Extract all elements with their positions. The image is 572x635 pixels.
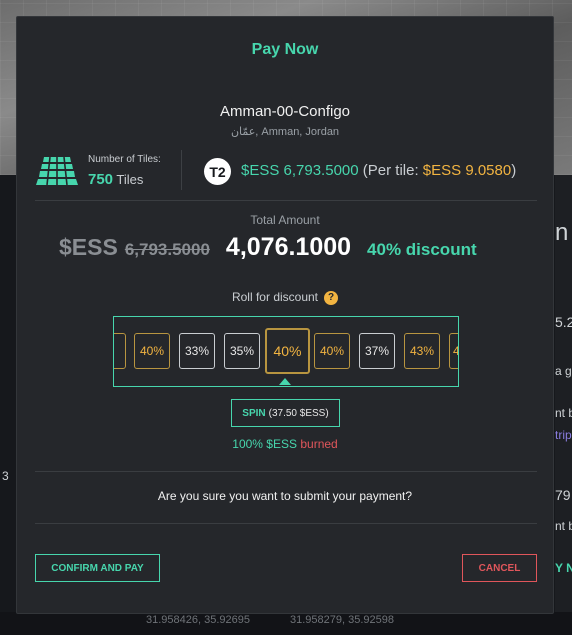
confirm-question: Are you sure you want to submit your pay… — [157, 489, 413, 503]
bg-fragment: Y N — [555, 561, 572, 575]
bg-fragment: 5.2 — [555, 314, 572, 330]
total-amount-label: Total Amount — [250, 213, 320, 227]
bg-fragment: n — [555, 219, 569, 246]
bg-fragment: 3 — [2, 469, 9, 483]
pay-now-modal: Pay Now Amman-00-Configo عمّان, Amman, J… — [16, 16, 554, 614]
spin-item: 40% — [134, 333, 170, 369]
bg-fragment: 79 — [555, 487, 571, 503]
spin-item: 37% — [359, 333, 395, 369]
bg-fragment: a g — [555, 364, 572, 378]
divider — [35, 523, 537, 524]
spin-item: 43% — [404, 333, 440, 369]
price-amount: $ESS 6,793.5000 — [241, 162, 359, 179]
confirm-and-pay-button[interactable]: CONFIRM AND PAY — [35, 554, 160, 582]
original-amount: 6,793.5000 — [124, 240, 210, 259]
tiles-label: Number of Tiles: — [88, 154, 161, 165]
spin-item: 40% — [314, 333, 350, 369]
per-tile-value: $ESS 9.0580 — [422, 162, 512, 179]
help-icon[interactable]: ? — [324, 291, 339, 305]
spin-cost: (37.50 $ESS) — [268, 407, 329, 419]
burn-word: burned — [300, 437, 338, 451]
tiles-grid-icon — [36, 157, 78, 185]
currency-label: $ESS — [59, 234, 118, 260]
tiles-count: 750 Tiles — [88, 171, 143, 188]
tier-badge: T2 — [204, 158, 231, 185]
discount-text: 40% discount — [367, 240, 477, 259]
price-line: $ESS 6,793.5000 (Per tile: $ESS 9.0580) — [241, 162, 516, 179]
bg-fragment: nt b — [555, 406, 572, 420]
per-tile-prefix: (Per tile: — [362, 162, 423, 179]
tiles-unit: Tiles — [116, 172, 144, 187]
place-location: عمّان, Amman, Jordan — [230, 126, 340, 138]
cancel-button[interactable]: CANCEL — [462, 554, 537, 582]
place-name: Amman-00-Configo — [219, 103, 351, 120]
modal-title: Pay Now — [251, 41, 319, 58]
total-amounts: $ESS 6,793.5000 4,076.1000 40% discount — [59, 233, 477, 262]
bg-fragment: nt b — [555, 519, 572, 533]
divider — [35, 200, 537, 201]
discount-spinner: % 40% 33% 35% 40% 40% 37% 43% 4 — [113, 316, 459, 387]
vertical-divider — [181, 150, 182, 190]
spin-item-selected: 40% — [265, 328, 310, 374]
tiles-number: 750 — [88, 171, 114, 188]
roll-for-discount: Roll for discount? — [17, 290, 553, 305]
roll-label: Roll for discount — [231, 290, 319, 304]
bg-coords: 31.958279, 35.92598 — [290, 614, 394, 626]
burn-note: 100% $ESS burned — [17, 437, 553, 451]
spin-item: 33% — [179, 333, 215, 369]
spin-item: 4 — [449, 333, 458, 369]
burn-percent: 100% $ESS — [232, 437, 297, 451]
spin-label: SPIN — [242, 407, 266, 419]
spin-item: 35% — [224, 333, 260, 369]
spin-button[interactable]: SPIN (37.50 $ESS) — [231, 399, 340, 427]
discounted-amount: 4,076.1000 — [225, 233, 352, 261]
spinner-pointer-icon — [279, 378, 291, 385]
divider — [35, 471, 537, 472]
spin-item: % — [114, 333, 126, 369]
bg-coords: 31.958426, 35.92695 — [146, 614, 250, 626]
per-tile-suffix: ) — [511, 162, 517, 179]
bg-fragment: trip — [555, 428, 572, 442]
background-footer: 31.958426, 35.92695 31.958279, 35.92598 — [0, 612, 572, 635]
